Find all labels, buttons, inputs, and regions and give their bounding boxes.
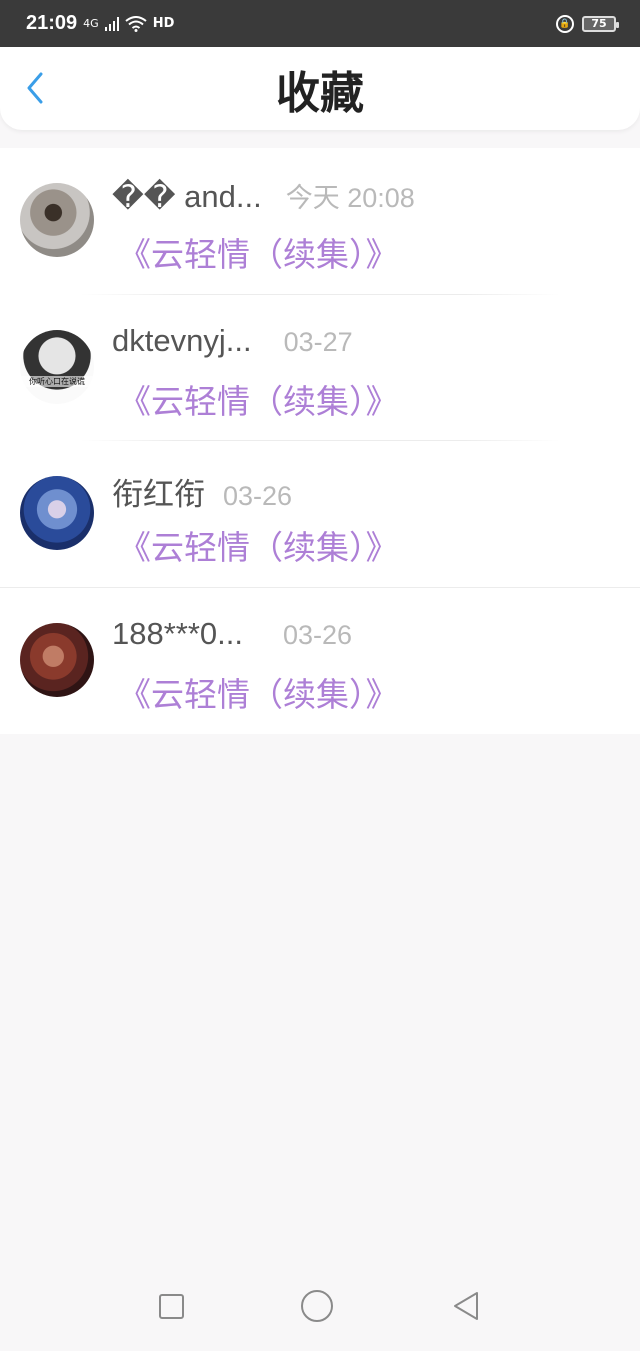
page-title: 收藏 [276, 67, 364, 119]
book-title[interactable]: 《云轻情（续集）》 [118, 668, 399, 716]
avatar[interactable] [20, 183, 94, 257]
list-item[interactable]: 衔红衔 03-26 《云轻情（续集）》 [0, 441, 640, 588]
chevron-left-icon [27, 72, 43, 104]
system-nav-bar [0, 1261, 640, 1351]
item-meta: 188***0... 03-26 [112, 616, 352, 652]
post-time: 03-26 [283, 619, 353, 650]
item-meta: 衔红衔 03-26 [112, 469, 292, 514]
item-meta: dktevnyj... 03-27 [112, 323, 353, 359]
user-name[interactable]: 衔红衔 [112, 469, 205, 514]
avatar[interactable] [20, 476, 94, 550]
wifi-icon [125, 15, 147, 32]
list-item[interactable]: �� and... 今天 20:08 《云轻情（续集）》 [0, 148, 640, 295]
status-right: 🔒 75 [556, 14, 619, 33]
favorites-list: �� and... 今天 20:08 《云轻情（续集）》 你听心口在说谎 dkt… [0, 148, 640, 734]
item-meta: �� and... 今天 20:08 [112, 176, 415, 215]
status-time: 21:09 [26, 12, 78, 34]
user-name[interactable]: dktevnyj... [112, 323, 252, 359]
book-title[interactable]: 《云轻情（续集）》 [118, 375, 399, 423]
status-left: 21:09 4G HD [26, 12, 174, 35]
book-title[interactable]: 《云轻情（续集）》 [118, 521, 399, 569]
post-time: 今天 20:08 [285, 183, 415, 213]
hd-label: HD [152, 16, 175, 31]
avatar[interactable] [20, 622, 94, 697]
recents-button[interactable] [158, 1293, 184, 1319]
list-item[interactable]: 你听心口在说谎 dktevnyj... 03-27 《云轻情（续集）》 [0, 295, 640, 441]
list-item[interactable]: 188***0... 03-26 《云轻情（续集）》 [0, 588, 640, 735]
post-time: 03-27 [283, 326, 353, 357]
status-icons: 4G HD [83, 15, 175, 32]
user-name[interactable]: 188***0... [112, 616, 243, 652]
status-bar: 21:09 4G HD 🔒 75 [0, 0, 640, 47]
post-time: 03-26 [223, 481, 293, 511]
header: 收藏 [0, 47, 640, 130]
battery-icon: 75 [582, 15, 619, 32]
signal-icon [104, 16, 119, 31]
user-name[interactable]: �� and... [112, 179, 262, 215]
avatar-caption: 你听心口在说谎 [20, 375, 94, 387]
home-button[interactable] [301, 1290, 334, 1322]
back-triangle-icon[interactable] [451, 1290, 481, 1322]
avatar[interactable]: 你听心口在说谎 [20, 329, 94, 404]
book-title[interactable]: 《云轻情（续集）》 [118, 228, 399, 276]
network-label: 4G [83, 17, 99, 30]
back-button[interactable] [18, 71, 52, 105]
rotation-lock-icon: 🔒 [556, 14, 574, 33]
